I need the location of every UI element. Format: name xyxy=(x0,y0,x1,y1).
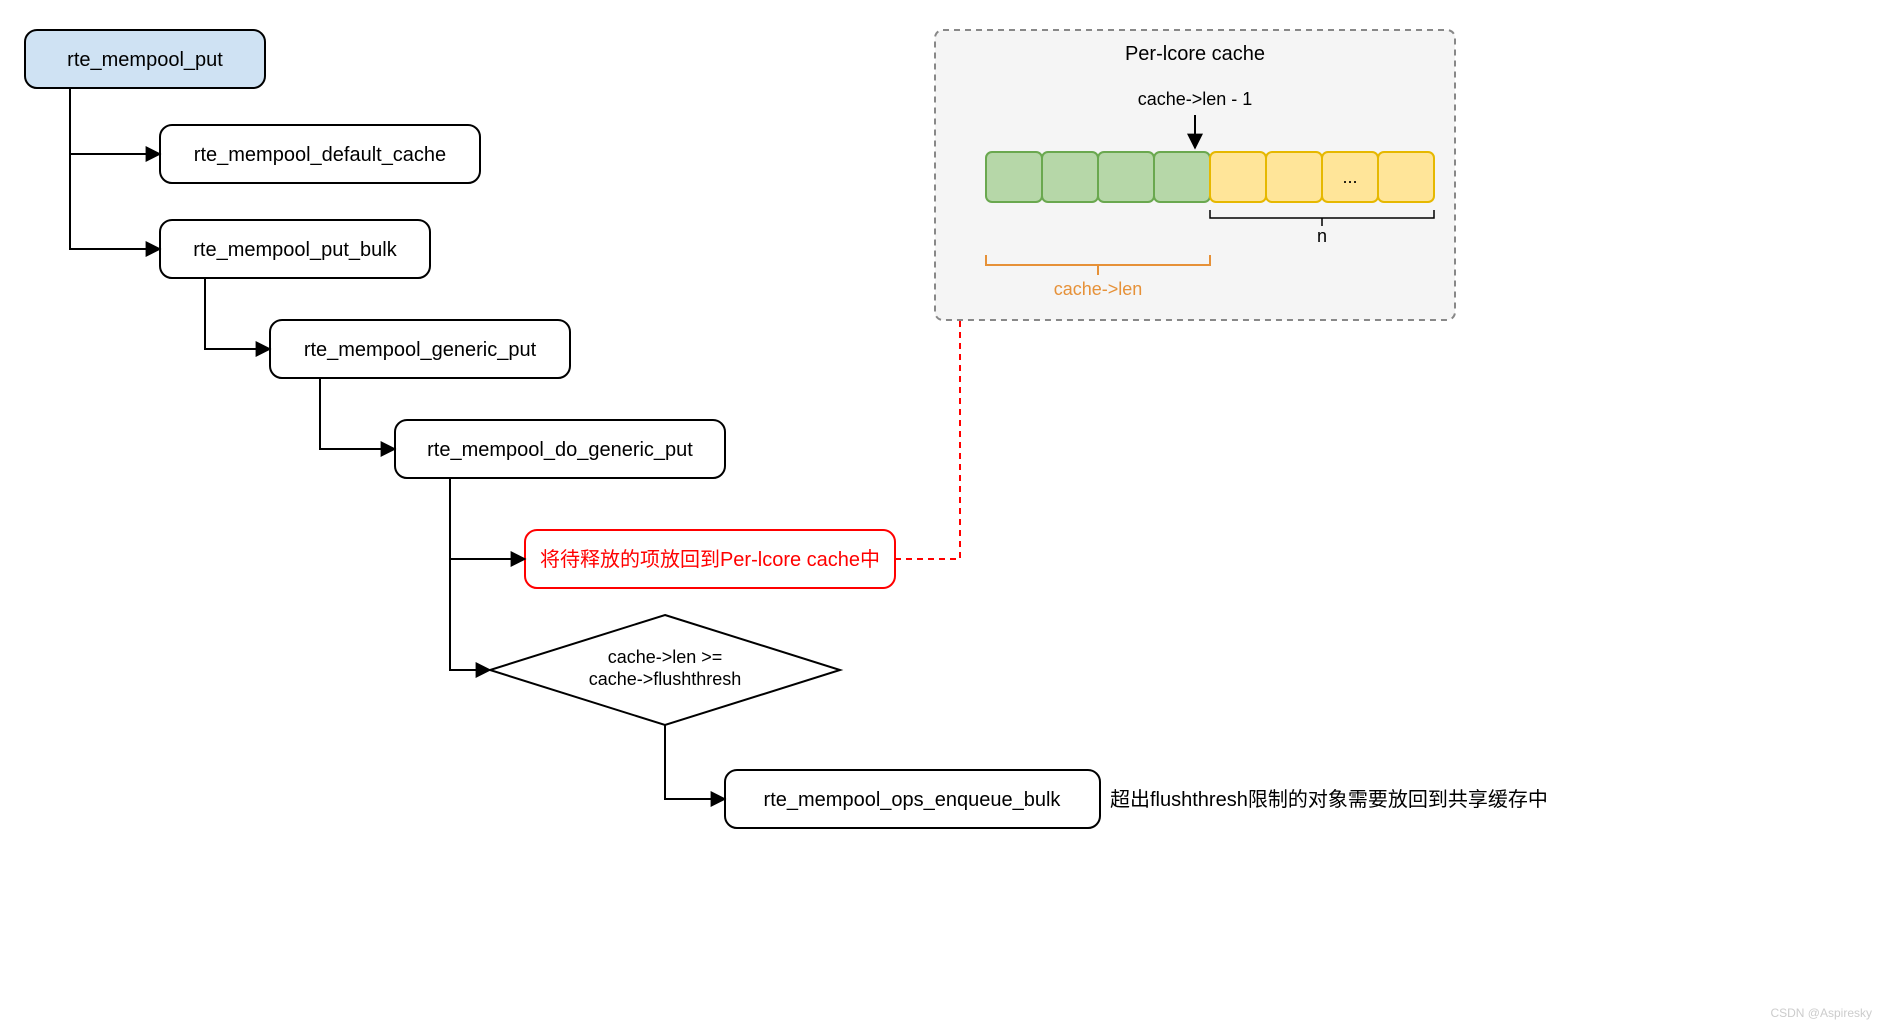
cache-pointer-label: cache->len - 1 xyxy=(1138,89,1253,109)
cache-brace-green-label: cache->len xyxy=(1054,279,1143,299)
flow-step2-label: rte_mempool_put_bulk xyxy=(193,239,397,261)
flow-decision-label2: cache->flushthresh xyxy=(589,669,742,689)
flow-step5-label: 将待释放的项放回到Per-lcore cache中 xyxy=(540,548,880,571)
cache-cell-yellow xyxy=(1210,152,1266,202)
flow-start-label: rte_mempool_put xyxy=(67,49,223,71)
cache-cell-green xyxy=(1042,152,1098,202)
watermark-text: CSDN @Aspiresky xyxy=(1770,1006,1872,1020)
flow-arrow-start-step2 xyxy=(70,88,160,249)
flow-step3-label: rte_mempool_generic_put xyxy=(304,339,537,361)
cache-panel-title: Per-lcore cache xyxy=(1125,43,1265,65)
cache-brace-yellow-label: n xyxy=(1317,226,1327,246)
cache-cell-green xyxy=(986,152,1042,202)
flow-arrow-step4-decision xyxy=(450,478,490,670)
flow-step6-note: 超出flushthresh限制的对象需要放回到共享缓存中 xyxy=(1110,788,1548,811)
flow-step4-label: rte_mempool_do_generic_put xyxy=(427,439,693,461)
flow-arrow-decision-step6 xyxy=(665,725,725,799)
cache-cell-green xyxy=(1098,152,1154,202)
cache-cell-yellow xyxy=(1378,152,1434,202)
cache-cell-yellow xyxy=(1266,152,1322,202)
flow-step6-label: rte_mempool_ops_enqueue_bulk xyxy=(764,789,1062,811)
flow-arrow-start-step1 xyxy=(70,88,160,154)
cache-cells: ... xyxy=(986,152,1434,202)
flow-arrow-step4-step5 xyxy=(450,478,525,559)
flow-step1-label: rte_mempool_default_cache xyxy=(194,144,446,166)
cache-cell-green xyxy=(1154,152,1210,202)
flow-arrow-step3-step4 xyxy=(320,378,395,449)
cache-ellipsis-icon: ... xyxy=(1342,167,1357,187)
flow-arrow-step2-step3 xyxy=(205,278,270,349)
flow-decision-label1: cache->len >= xyxy=(608,647,723,667)
